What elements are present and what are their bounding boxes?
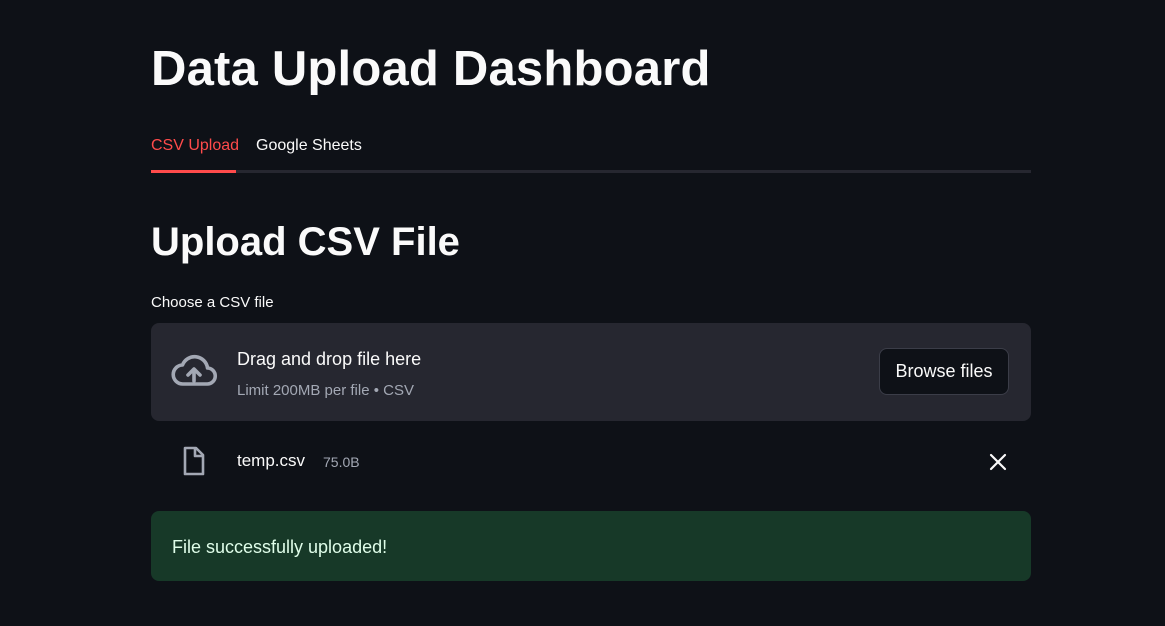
dropzone-instructions: Drag and drop file here	[237, 349, 422, 369]
tab-csv-upload[interactable]: CSV Upload	[151, 136, 239, 156]
active-tab-indicator	[151, 170, 236, 173]
success-alert-message: File successfully uploaded!	[172, 537, 388, 557]
file-dropzone[interactable]: Drag and drop file here Limit 200MB per …	[151, 323, 1031, 421]
tab-google-sheets[interactable]: Google Sheets	[256, 136, 362, 156]
tab-bar-divider	[151, 170, 1031, 173]
browse-files-button[interactable]: Browse files	[879, 348, 1009, 395]
page-title: Data Upload Dashboard	[151, 42, 711, 96]
section-title: Upload CSV File	[151, 220, 460, 264]
uploaded-file-size: 75.0B	[323, 454, 360, 470]
uploaded-file-item: temp.csv 75.0B	[151, 440, 1031, 482]
close-icon[interactable]	[983, 448, 1013, 476]
success-alert: File successfully uploaded!	[151, 511, 1031, 581]
cloud-upload-icon	[171, 354, 218, 386]
tab-bar: CSV Upload Google Sheets	[151, 122, 1031, 174]
file-icon	[183, 446, 205, 476]
dropzone-limit-text: Limit 200MB per file • CSV	[237, 382, 414, 399]
file-uploader-label: Choose a CSV file	[151, 294, 274, 311]
uploaded-file-name: temp.csv	[237, 451, 306, 470]
